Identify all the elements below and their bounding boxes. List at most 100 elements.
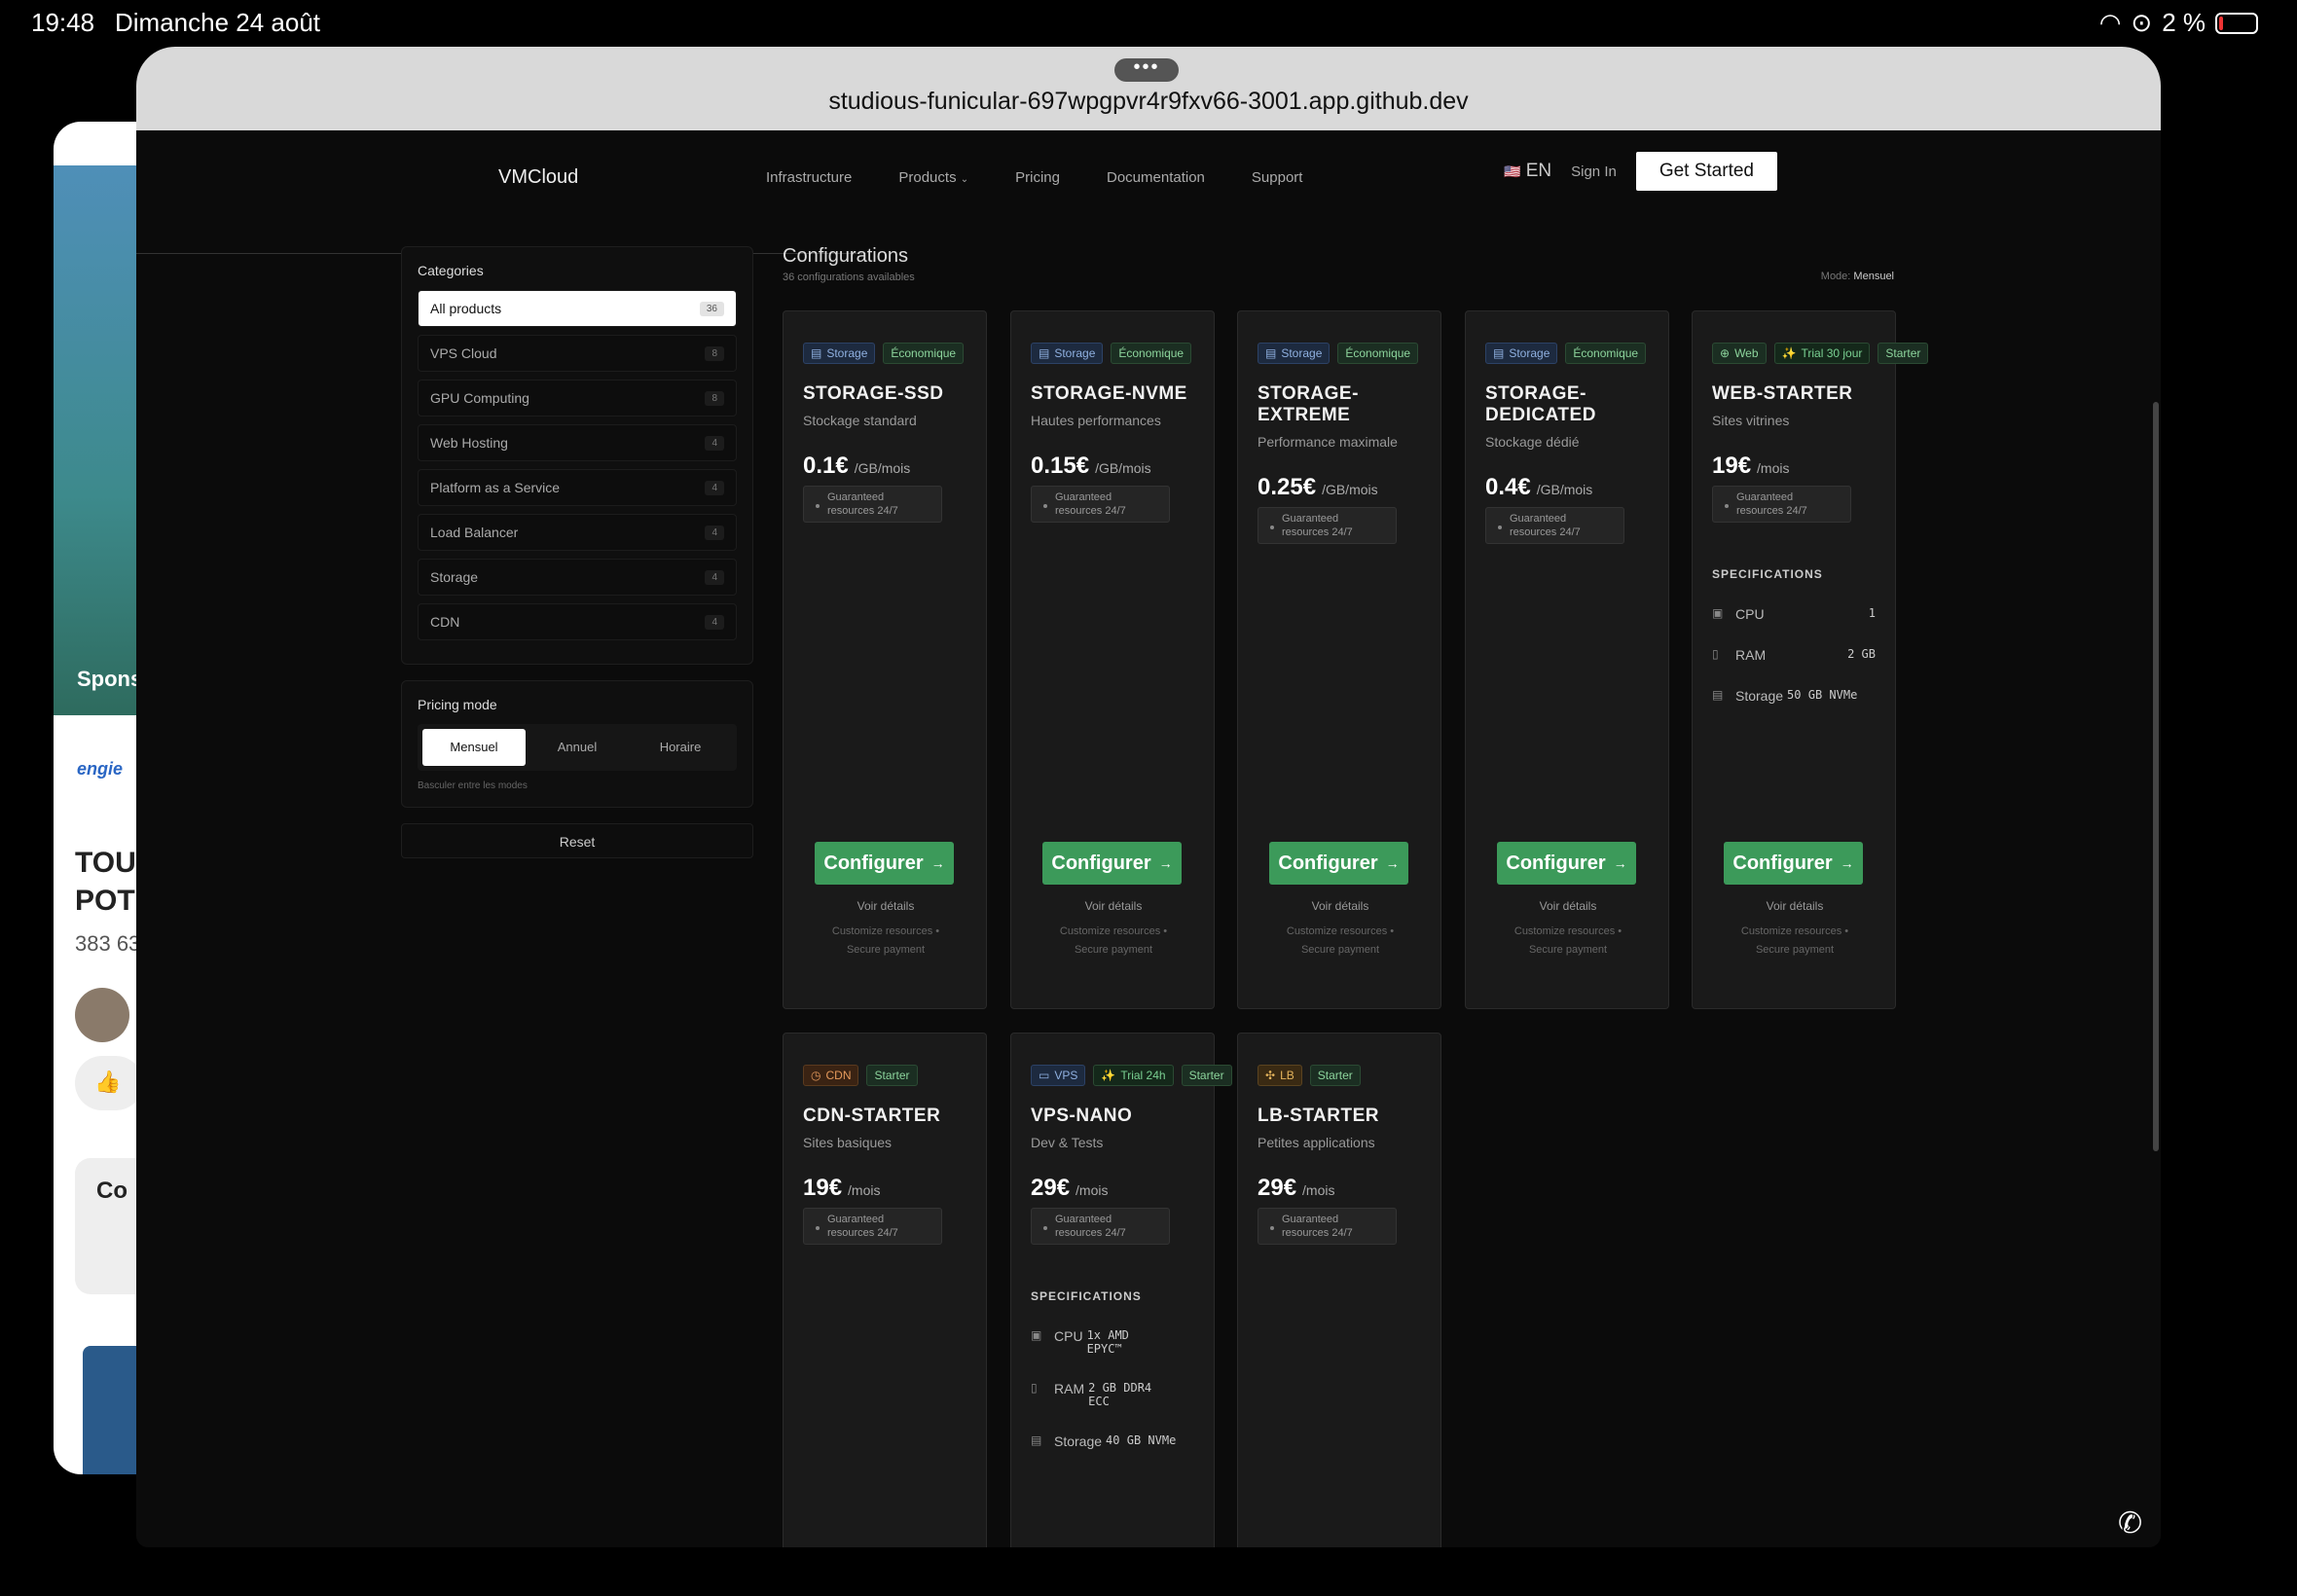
category-badge: ▤ Storage: [1485, 343, 1558, 364]
configurations-header: Configurations 36 configurations availab…: [783, 245, 1894, 283]
category-item[interactable]: CDN 4: [418, 603, 737, 640]
nav-link-products[interactable]: Products ⌄: [898, 169, 968, 186]
badge-label: Storage: [1281, 346, 1323, 360]
spec-value: 1: [1868, 606, 1876, 620]
spec-value: 2 GB DDR4 ECC: [1088, 1381, 1152, 1408]
ram-icon: ▯: [1712, 647, 1719, 661]
product-name: STORAGE-NVME: [1031, 383, 1187, 404]
category-item[interactable]: All products 36: [418, 290, 737, 327]
category-item[interactable]: Load Balancer 4: [418, 514, 737, 551]
configure-button[interactable]: Configurer →: [1269, 842, 1408, 885]
price-row: 0.4€ /GB/mois: [1485, 474, 1649, 501]
category-item[interactable]: Platform as a Service 4: [418, 469, 737, 506]
reset-button[interactable]: Reset: [401, 823, 753, 858]
nav-link-support[interactable]: Support: [1252, 169, 1303, 186]
cdn-icon: ◷: [811, 1069, 821, 1082]
category-item[interactable]: Web Hosting 4: [418, 424, 737, 461]
footer-line-2: Secure payment: [1074, 944, 1153, 956]
card-footer-note: Customize resources • Secure payment: [1693, 923, 1897, 960]
category-label: Web Hosting: [430, 435, 508, 451]
cpu-icon: ▣: [1712, 606, 1724, 620]
view-details-link[interactable]: Voir détails: [784, 899, 988, 913]
footer-line-2: Secure payment: [1528, 944, 1608, 956]
spec-row: ▤ Storage 40 GB NVMe: [1031, 1433, 1194, 1449]
categories-panel: Categories All products 36 VPS Cloud 8 GPU C…: [401, 246, 753, 665]
footer-line-1: Customize resources •: [1513, 925, 1622, 937]
arrow-right-icon: →: [1158, 855, 1173, 871]
site-logo[interactable]: VMCloud: [498, 166, 578, 189]
storage-icon: ▤: [1039, 346, 1050, 360]
badge-label: Économique: [1345, 346, 1411, 360]
price-row: 19€ /mois: [1712, 453, 1876, 480]
product-description: Stockage dédié: [1485, 434, 1580, 450]
price-value: 29€: [1258, 1175, 1297, 1201]
url-bar[interactable]: ••• studious-funicular-697wpgpvr4r9fxv66…: [136, 47, 2161, 130]
phone-icon[interactable]: ✆: [2118, 1506, 2142, 1541]
product-description: Hautes performances: [1031, 413, 1161, 428]
category-badge: ⊕ Web: [1712, 343, 1767, 364]
arrow-right-icon: →: [1613, 855, 1627, 871]
spec-label: CPU: [1054, 1328, 1083, 1344]
category-label: All products: [430, 301, 502, 316]
view-details-link[interactable]: Voir détails: [1693, 899, 1897, 913]
badge-label: Économique: [891, 346, 957, 360]
price-value: 29€: [1031, 1175, 1071, 1201]
mode-indicator: Mode: Mensuel: [1821, 271, 1894, 282]
like-icon[interactable]: 👍: [75, 1056, 143, 1110]
language-switcher[interactable]: 🇺🇸 EN: [1504, 161, 1551, 182]
price-unit: /GB/mois: [1322, 482, 1378, 497]
nav-link-products-label: Products: [898, 169, 957, 186]
categories-title: Categories: [418, 263, 484, 278]
category-item[interactable]: VPS Cloud 8: [418, 335, 737, 372]
nav-link-infrastructure[interactable]: Infrastructure: [766, 169, 852, 186]
orientation-lock-icon: ⊙: [2131, 8, 2153, 37]
category-label: Storage: [430, 569, 479, 585]
category-item[interactable]: GPU Computing 8: [418, 380, 737, 417]
configure-label: Configurer: [1506, 852, 1606, 874]
view-details-link[interactable]: Voir détails: [1238, 899, 1442, 913]
window-grabber[interactable]: •••: [1114, 57, 1179, 82]
get-started-button[interactable]: Get Started: [1635, 152, 1777, 191]
configure-button[interactable]: Configurer →: [1497, 842, 1636, 885]
nav-link-pricing[interactable]: Pricing: [1015, 169, 1060, 186]
product-card: ▤ Storage Économique STORAGE-EXTREME Perform…: [1237, 310, 1441, 1009]
sign-in-link[interactable]: Sign In: [1571, 163, 1617, 180]
badge-label: VPS: [1054, 1069, 1078, 1082]
configure-button[interactable]: Configurer →: [1724, 842, 1863, 885]
url-text[interactable]: studious-funicular-697wpgpvr4r9fxv66-300…: [136, 88, 2161, 116]
mode-mensuel[interactable]: Mensuel: [422, 729, 526, 766]
spec-row: ▣ CPU 1: [1712, 606, 1876, 622]
configure-label: Configurer: [1732, 852, 1833, 874]
status-indicators: ◠ ⊙ 2 %: [2099, 8, 2258, 38]
spec-row: ▣ CPU 1x AMD EPYC™: [1031, 1328, 1194, 1356]
price-value: 0.25€: [1258, 474, 1317, 500]
mode-annuel[interactable]: Annuel: [526, 729, 629, 766]
price-value: 0.4€: [1485, 474, 1531, 500]
category-badge: ✣ LB: [1258, 1065, 1302, 1086]
product-card: ◷ CDN Starter CDN-STARTER Sites basiques 19€ /…: [783, 1033, 987, 1547]
guaranteed-resources-badge: Guaranteed resources 24/7: [1485, 507, 1624, 544]
product-description: Petites applications: [1258, 1135, 1375, 1150]
category-item[interactable]: Storage 4: [418, 559, 737, 596]
category-badge: Starter: [866, 1065, 918, 1086]
configure-button[interactable]: Configurer →: [815, 842, 954, 885]
avatar[interactable]: [75, 988, 129, 1042]
page-title: Configurations: [783, 245, 908, 267]
configure-button[interactable]: Configurer →: [1042, 842, 1182, 885]
spec-row: ▯ RAM 2 GB DDR4 ECC: [1031, 1381, 1194, 1408]
guaranteed-resources-badge: Guaranteed resources 24/7: [1031, 486, 1170, 523]
view-details-link[interactable]: Voir détails: [1466, 899, 1670, 913]
product-card: ▤ Storage Économique STORAGE-DEDICATED Stock…: [1465, 310, 1669, 1009]
view-details-link[interactable]: Voir détails: [1011, 899, 1216, 913]
category-badge: ▤ Storage: [803, 343, 876, 364]
spec-label: Storage: [1054, 1433, 1103, 1449]
mode-horaire[interactable]: Horaire: [629, 729, 732, 766]
language-label: EN: [1525, 161, 1552, 181]
category-badge: Économique: [1565, 343, 1647, 364]
web-icon: ⊕: [1720, 346, 1731, 360]
nav-link-documentation[interactable]: Documentation: [1107, 169, 1205, 186]
scrollbar[interactable]: [2153, 402, 2159, 1151]
badge-label: Trial 24h: [1120, 1069, 1166, 1082]
category-count: 4: [705, 614, 724, 630]
price-row: 19€ /mois: [803, 1175, 966, 1202]
